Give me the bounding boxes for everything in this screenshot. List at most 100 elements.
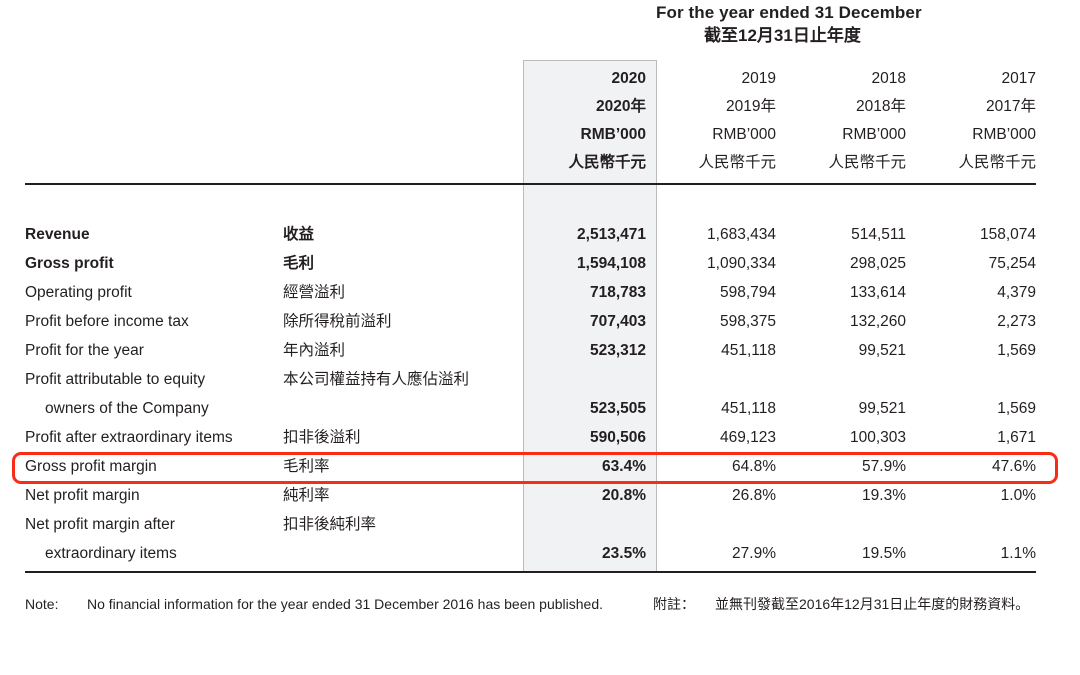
column-header-2018: 2018 2018年 RMB’000 人民幣千元 — [828, 65, 906, 177]
cell-2018: 19.3% — [862, 487, 906, 504]
column-header-2019: 2019 2019年 RMB’000 人民幣千元 — [698, 65, 776, 177]
cell-2019: 469,123 — [719, 429, 776, 446]
cell-2019: 26.8% — [732, 487, 776, 504]
table-title-en: For the year ended 31 December — [656, 3, 922, 22]
cell-2020: 718,783 — [589, 284, 646, 301]
table-body: Revenue 收益 2,513,471 1,683,434 514,511 158,07… — [0, 220, 1080, 568]
cell-2017: 1.1% — [1000, 545, 1036, 562]
cell-2017: 47.6% — [992, 458, 1036, 475]
row-label-zh: 經營溢利 — [283, 284, 346, 301]
cell-2019: 1,683,434 — [707, 226, 776, 243]
row-label-en: Gross profit — [25, 255, 114, 272]
cell-2020: 1,594,108 — [577, 255, 646, 272]
table-row: Profit for the year 年內溢利 523,312 451,118 99,… — [0, 336, 1080, 365]
cell-2019: 27.9% — [732, 545, 776, 562]
column-header-2019-year: 2019 — [741, 70, 776, 87]
cell-2017: 2,273 — [997, 313, 1036, 330]
table-row: Profit after extraordinary items 扣非後溢利 590… — [0, 423, 1080, 452]
cell-2017: 1.0% — [1000, 487, 1036, 504]
cell-2018: 99,521 — [858, 400, 906, 417]
cell-2020: 23.5% — [602, 545, 646, 562]
table-row: Gross profit margin 毛利率 63.4% 64.8% 57.9% 47.… — [0, 452, 1080, 481]
row-label-en: Profit attributable to equity — [25, 371, 206, 388]
cell-2017: 75,254 — [988, 255, 1036, 272]
row-label-en: Operating profit — [25, 284, 132, 301]
row-label-zh: 純利率 — [283, 487, 330, 504]
table-title-zh: 截至12月31日止年度 — [704, 26, 861, 45]
cell-2018: 132,260 — [849, 313, 906, 330]
cell-2020: 63.4% — [602, 458, 646, 475]
column-header-2018-year-zh: 2018年 — [856, 98, 906, 115]
cell-2017: 1,569 — [997, 342, 1036, 359]
note-text-zh: 並無刊發截至2016年12月31日止年度的財務資料。 — [715, 596, 1030, 612]
cell-2020: 523,312 — [589, 342, 646, 359]
cell-2020: 707,403 — [589, 313, 646, 330]
row-label-en: Profit for the year — [25, 342, 144, 359]
cell-2018: 298,025 — [849, 255, 906, 272]
column-header-2017-year: 2017 — [1001, 70, 1036, 87]
cell-2017: 1,671 — [997, 429, 1036, 446]
column-header-2020-unit-en: RMB’000 — [580, 126, 646, 143]
column-header-2017-unit-en: RMB’000 — [972, 126, 1036, 143]
row-label-en: Profit before income tax — [25, 313, 189, 330]
note-label-en: Note: — [25, 596, 59, 612]
row-label-en: Profit after extraordinary items — [25, 429, 233, 446]
note-text-en: No financial information for the year en… — [87, 596, 603, 612]
cell-2018: 100,303 — [849, 429, 906, 446]
cell-2017: 1,569 — [997, 400, 1036, 417]
row-label-zh: 扣非後純利率 — [283, 516, 377, 533]
table-row: owners of the Company 523,505 451,118 99,52… — [0, 394, 1080, 423]
row-label-en: Gross profit margin — [25, 458, 157, 475]
cell-2017: 4,379 — [997, 284, 1036, 301]
table-row: Profit before income tax 除所得稅前溢利 707,403 59… — [0, 307, 1080, 336]
column-header-2018-unit-zh: 人民幣千元 — [828, 154, 906, 171]
cell-2019: 1,090,334 — [707, 255, 776, 272]
column-header-2019-year-zh: 2019年 — [726, 98, 776, 115]
cell-2020: 20.8% — [602, 487, 646, 504]
column-header-2018-year: 2018 — [871, 70, 906, 87]
row-label-en: Net profit margin after — [25, 516, 175, 533]
row-label-en: Net profit margin — [25, 487, 140, 504]
table-row: Gross profit 毛利 1,594,108 1,090,334 298,025 7… — [0, 249, 1080, 278]
cell-2019: 451,118 — [721, 342, 776, 359]
row-label-zh: 本公司權益持有人應佔溢利 — [283, 371, 470, 388]
cell-2019: 451,118 — [721, 400, 776, 417]
table-title: For the year ended 31 December 截至12月31日止… — [656, 2, 1036, 48]
cell-2018: 99,521 — [858, 342, 906, 359]
cell-2018: 514,511 — [851, 226, 906, 243]
table-footer-rule — [25, 571, 1036, 573]
row-label-en: owners of the Company — [45, 400, 209, 417]
column-header-2017: 2017 2017年 RMB’000 人民幣千元 — [958, 65, 1036, 177]
row-label-zh: 毛利率 — [283, 458, 330, 475]
cell-2017: 158,074 — [979, 226, 1036, 243]
row-label-zh: 扣非後溢利 — [283, 429, 361, 446]
column-header-2018-unit-en: RMB’000 — [842, 126, 906, 143]
column-header-2020-year: 2020 — [611, 70, 646, 87]
row-label-zh: 除所得稅前溢利 — [283, 313, 392, 330]
column-header-2019-unit-en: RMB’000 — [712, 126, 776, 143]
table-row: Net profit margin 純利率 20.8% 26.8% 19.3% 1.0% — [0, 481, 1080, 510]
row-label-zh: 毛利 — [283, 255, 315, 272]
column-header-2019-unit-zh: 人民幣千元 — [698, 154, 776, 171]
column-header-2017-unit-zh: 人民幣千元 — [958, 154, 1036, 171]
table-row: Revenue 收益 2,513,471 1,683,434 514,511 158,07… — [0, 220, 1080, 249]
note-chinese: 附註： 並無刊發截至2016年12月31日止年度的財務資料。 — [653, 594, 1053, 615]
table-row: Operating profit 經營溢利 718,783 598,794 133,61… — [0, 278, 1080, 307]
column-header-2020-unit-zh: 人民幣千元 — [568, 154, 646, 171]
column-header-2020-year-zh: 2020年 — [596, 98, 646, 115]
row-label-zh: 收益 — [283, 226, 315, 243]
cell-2019: 64.8% — [732, 458, 776, 475]
table-row: extraordinary items 23.5% 27.9% 19.5% 1.1% — [0, 539, 1080, 568]
table-header-rule — [25, 183, 1036, 185]
cell-2018: 133,614 — [849, 284, 906, 301]
cell-2018: 57.9% — [862, 458, 906, 475]
row-label-zh: 年內溢利 — [283, 342, 346, 359]
table-row: Profit attributable to equity 本公司權益持有人應佔溢… — [0, 365, 1080, 394]
cell-2020: 590,506 — [589, 429, 646, 446]
cell-2020: 523,505 — [589, 400, 646, 417]
cell-2018: 19.5% — [862, 545, 906, 562]
column-header-2017-year-zh: 2017年 — [986, 98, 1036, 115]
note-label-zh: 附註： — [653, 596, 695, 612]
cell-2019: 598,794 — [719, 284, 776, 301]
cell-2020: 2,513,471 — [577, 226, 646, 243]
